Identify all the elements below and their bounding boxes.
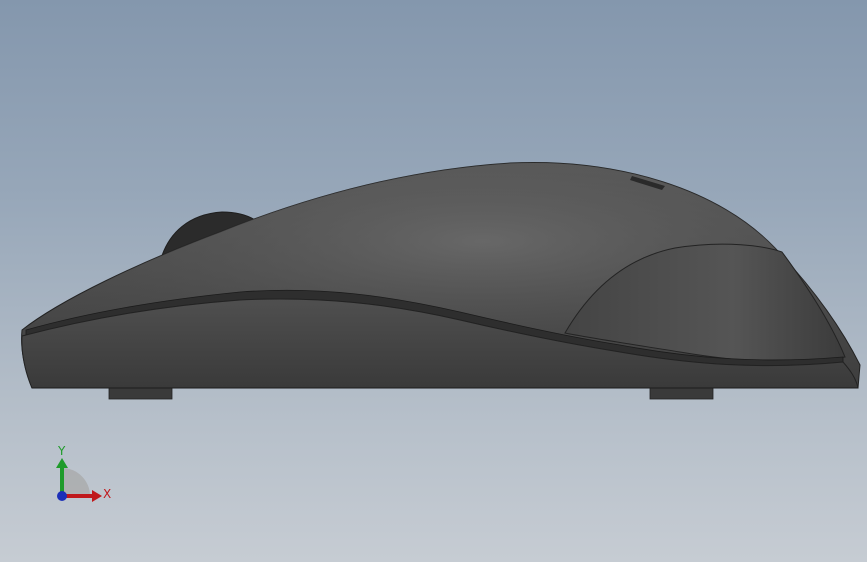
graphics-viewport[interactable]: Y X xyxy=(0,0,867,562)
front-foot xyxy=(649,387,714,400)
z-axis-dot xyxy=(57,491,67,501)
rear-foot xyxy=(108,387,173,400)
orientation-triad: Y X xyxy=(56,444,111,502)
mouse-model[interactable] xyxy=(0,0,867,562)
x-axis-label: X xyxy=(103,487,111,501)
y-axis-label: Y xyxy=(57,444,66,458)
x-axis-arrow xyxy=(92,490,102,502)
triad-xy-plane xyxy=(62,468,90,496)
y-axis-arrow xyxy=(56,458,68,468)
